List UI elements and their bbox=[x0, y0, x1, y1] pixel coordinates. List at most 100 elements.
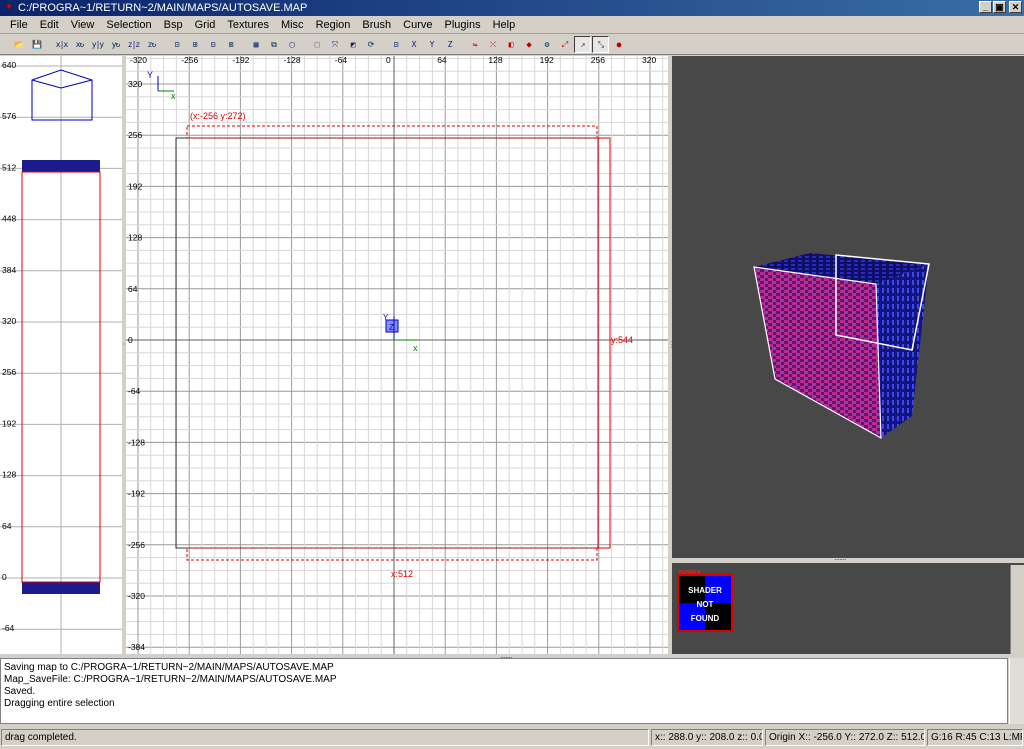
view-axis-x-label: x bbox=[171, 91, 176, 101]
cubic-clip-icon[interactable]: ● bbox=[610, 36, 627, 53]
xy-view-icon[interactable]: ⤧ bbox=[326, 36, 343, 53]
console-line: Saving map to C:/PROGRA~1/RETURN~2/MAIN/… bbox=[4, 662, 334, 673]
selection-corner-label: (x:-256 y:272) bbox=[190, 111, 246, 121]
x-tick-label: -128 bbox=[284, 56, 301, 65]
camera-frustum-edge bbox=[60, 79, 93, 89]
selection-height-label: y:544 bbox=[611, 335, 633, 345]
view-xy-icon[interactable]: ⊡ bbox=[387, 36, 404, 53]
view-x-icon[interactable]: X bbox=[405, 36, 422, 53]
menu-view[interactable]: View bbox=[65, 16, 101, 34]
console-line: Map_SaveFile: C:/PROGRA~1/RETURN~2/MAIN/… bbox=[4, 674, 337, 685]
console-log[interactable]: Saving map to C:/PROGRA~1/RETURN~2/MAIN/… bbox=[0, 658, 1008, 724]
menu-edit[interactable]: Edit bbox=[34, 16, 65, 34]
camera-canvas[interactable] bbox=[672, 56, 1024, 558]
complete-tall-icon[interactable]: ⊡ bbox=[168, 36, 185, 53]
flip-x-icon[interactable]: x|x bbox=[53, 36, 70, 53]
select-inside-icon[interactable]: ▦ bbox=[247, 36, 264, 53]
side-tick-label: 512 bbox=[2, 162, 16, 172]
save-icon[interactable]: 💾 bbox=[28, 36, 45, 53]
patch-icon[interactable]: ⬥ bbox=[520, 36, 537, 53]
menu-curve[interactable]: Curve bbox=[397, 16, 438, 34]
texture-tile-notex[interactable]: SHADER NOT FOUND bbox=[677, 574, 733, 632]
menu-region[interactable]: Region bbox=[310, 16, 357, 34]
y-tick-label: -320 bbox=[128, 591, 145, 601]
toolbar-separator bbox=[380, 36, 386, 53]
menu-grid[interactable]: Grid bbox=[189, 16, 222, 34]
side-view-canvas[interactable]: 640576512448384320256192128640-64 bbox=[0, 56, 122, 654]
console-line: Saved. bbox=[4, 686, 36, 697]
toolbar-separator bbox=[240, 36, 246, 53]
menu-misc[interactable]: Misc bbox=[275, 16, 310, 34]
texture-lock-icon[interactable]: ⇋ bbox=[466, 36, 483, 53]
camera-axis-x-label: x bbox=[413, 343, 418, 353]
rotate-y-icon[interactable]: y↻ bbox=[107, 36, 124, 53]
clipper-icon[interactable]: ⧉ bbox=[265, 36, 282, 53]
x-tick-label: 64 bbox=[437, 56, 447, 65]
toolbar-separator bbox=[46, 36, 52, 53]
rotate-z-icon[interactable]: z↻ bbox=[143, 36, 160, 53]
status-grid-info: G:16 R:45 C:13 L:MR bbox=[927, 729, 1023, 746]
toolbar-separator bbox=[301, 36, 307, 53]
rotate-x-icon[interactable]: x↻ bbox=[71, 36, 88, 53]
drag-edges-icon[interactable]: ⤢ bbox=[556, 36, 573, 53]
top-view-canvas[interactable]: -320 -256 -192 -128 -64 0 64 128 192 256 320 320 256… bbox=[126, 56, 668, 654]
side-tick-label: 0 bbox=[2, 572, 7, 582]
partial-tall-icon[interactable]: ⊟ bbox=[204, 36, 221, 53]
side-tick-label: 448 bbox=[2, 214, 16, 224]
menu-help[interactable]: Help bbox=[487, 16, 522, 34]
console-scrollbar[interactable] bbox=[1009, 658, 1024, 724]
side-tick-label: 192 bbox=[2, 418, 16, 428]
menu-textures[interactable]: Textures bbox=[221, 16, 275, 34]
minimize-button[interactable]: _ bbox=[979, 1, 992, 13]
change-views-icon[interactable]: ⟳ bbox=[362, 36, 379, 53]
view-z-icon[interactable]: Z bbox=[441, 36, 458, 53]
menu-plugins[interactable]: Plugins bbox=[439, 16, 487, 34]
flip-y-icon[interactable]: y|y bbox=[89, 36, 106, 53]
x-tick-label: 192 bbox=[540, 56, 554, 65]
toolbar: 📂 💾 x|x x↻ y|y y↻ z|z z↻ ⊡ ⊞ ⊟ ⊠ ▦ ⧉ ▢ ⬚ ⤧ ◩ ⟳ ⊡ X Y Z ⇋ ⤬ ◧ ⬥ ⚙ ⤢ ↗ ⤡… bbox=[0, 35, 1024, 55]
selection-bound-top bbox=[186, 125, 598, 139]
bend-icon[interactable]: ⚙ bbox=[538, 36, 555, 53]
close-button[interactable]: ✕ bbox=[1009, 1, 1022, 13]
size-to-fit-icon[interactable]: ⊞ bbox=[186, 36, 203, 53]
view-axis-y-label: Y bbox=[147, 70, 153, 80]
side-tick-label: 256 bbox=[2, 367, 16, 377]
menu-selection[interactable]: Selection bbox=[100, 16, 157, 34]
camera-axis-z-label: Z bbox=[389, 323, 394, 332]
camera-frustum bbox=[31, 69, 93, 121]
notex-line-3: FOUND bbox=[690, 614, 720, 623]
view-y-icon[interactable]: Y bbox=[423, 36, 440, 53]
open-icon[interactable]: 📂 bbox=[10, 36, 27, 53]
scale-icon[interactable]: ⤡ bbox=[592, 36, 609, 53]
cube-front-face bbox=[754, 267, 881, 438]
restore-button[interactable]: ▣ bbox=[993, 1, 1006, 13]
radiant-editor-window: ✦ C:/PROGRA~1/RETURN~2/MAIN/MAPS/AUTOSAV… bbox=[0, 0, 1024, 749]
selection-width-label: x:512 bbox=[391, 569, 413, 579]
y-tick-label: 320 bbox=[128, 79, 142, 89]
menu-brush[interactable]: Brush bbox=[356, 16, 397, 34]
rotate-lock-icon[interactable]: ⤬ bbox=[484, 36, 501, 53]
top-view[interactable]: -320 -256 -192 -128 -64 0 64 128 192 256 320 320 256… bbox=[126, 56, 668, 654]
status-origin: Origin X:: -256.0 Y:: 272.0 Z:: 512.0 bbox=[765, 729, 925, 746]
camera-view[interactable] bbox=[672, 56, 1024, 558]
cube-side-face bbox=[876, 264, 929, 438]
touching-icon[interactable]: ⊠ bbox=[222, 36, 239, 53]
brush-cap-top bbox=[22, 160, 100, 172]
show-entities-icon[interactable]: ◧ bbox=[502, 36, 519, 53]
make-hollow-icon[interactable]: ▢ bbox=[283, 36, 300, 53]
y-tick-label: 64 bbox=[128, 284, 138, 294]
y-tick-label: -192 bbox=[128, 489, 145, 499]
x-tick-label: 256 bbox=[591, 56, 605, 65]
csg-subtract-icon[interactable]: ⬚ bbox=[308, 36, 325, 53]
side-tick-label: 64 bbox=[2, 521, 12, 531]
drag-vertices-icon[interactable]: ↗ bbox=[574, 36, 591, 53]
texture-scrollbar[interactable] bbox=[1010, 565, 1024, 654]
x-tick-label: -256 bbox=[181, 56, 198, 65]
camera-icon[interactable]: ◩ bbox=[344, 36, 361, 53]
y-tick-label: -64 bbox=[128, 386, 141, 396]
flip-z-icon[interactable]: z|z bbox=[125, 36, 142, 53]
side-view[interactable]: 640 576 512 448 384 320 256 192 128 64 0 -64 bbox=[0, 56, 122, 654]
menu-bsp[interactable]: Bsp bbox=[158, 16, 189, 34]
x-tick-label: 0 bbox=[386, 56, 391, 65]
menu-file[interactable]: File bbox=[4, 16, 34, 34]
